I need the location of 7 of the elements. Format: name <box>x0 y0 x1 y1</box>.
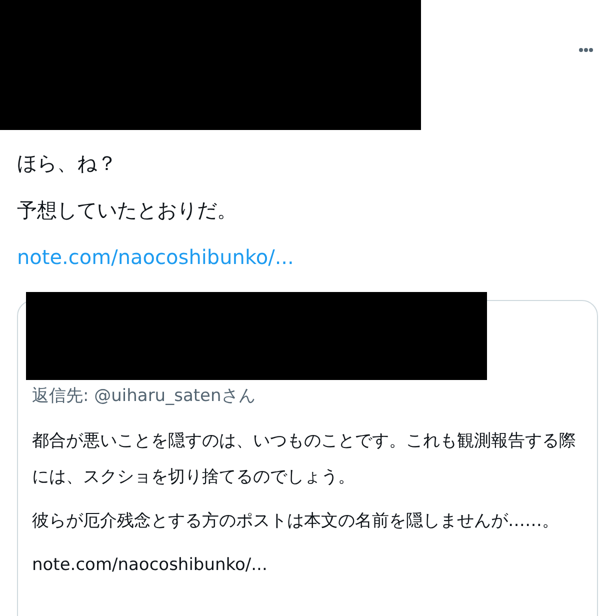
quoted-text: 彼らが厄介残念とする方のポストは本文の名前を隠しませんが……。 <box>32 510 560 533</box>
more-options-icon[interactable] <box>578 47 594 53</box>
quoted-text: note.com/naocoshibunko/... <box>32 554 268 577</box>
reply-to-text: 返信先: @uiharu_satenさん <box>32 385 256 408</box>
tweet-text: ほら、ね？ <box>17 150 118 177</box>
tweet-text: 予想していたとおりだ。 <box>17 197 238 224</box>
quoted-text: 都合が悪いことを隠すのは、いつものことです。これも観測報告する際には、スクショを切り捨てるのでしょう。 <box>32 430 577 489</box>
